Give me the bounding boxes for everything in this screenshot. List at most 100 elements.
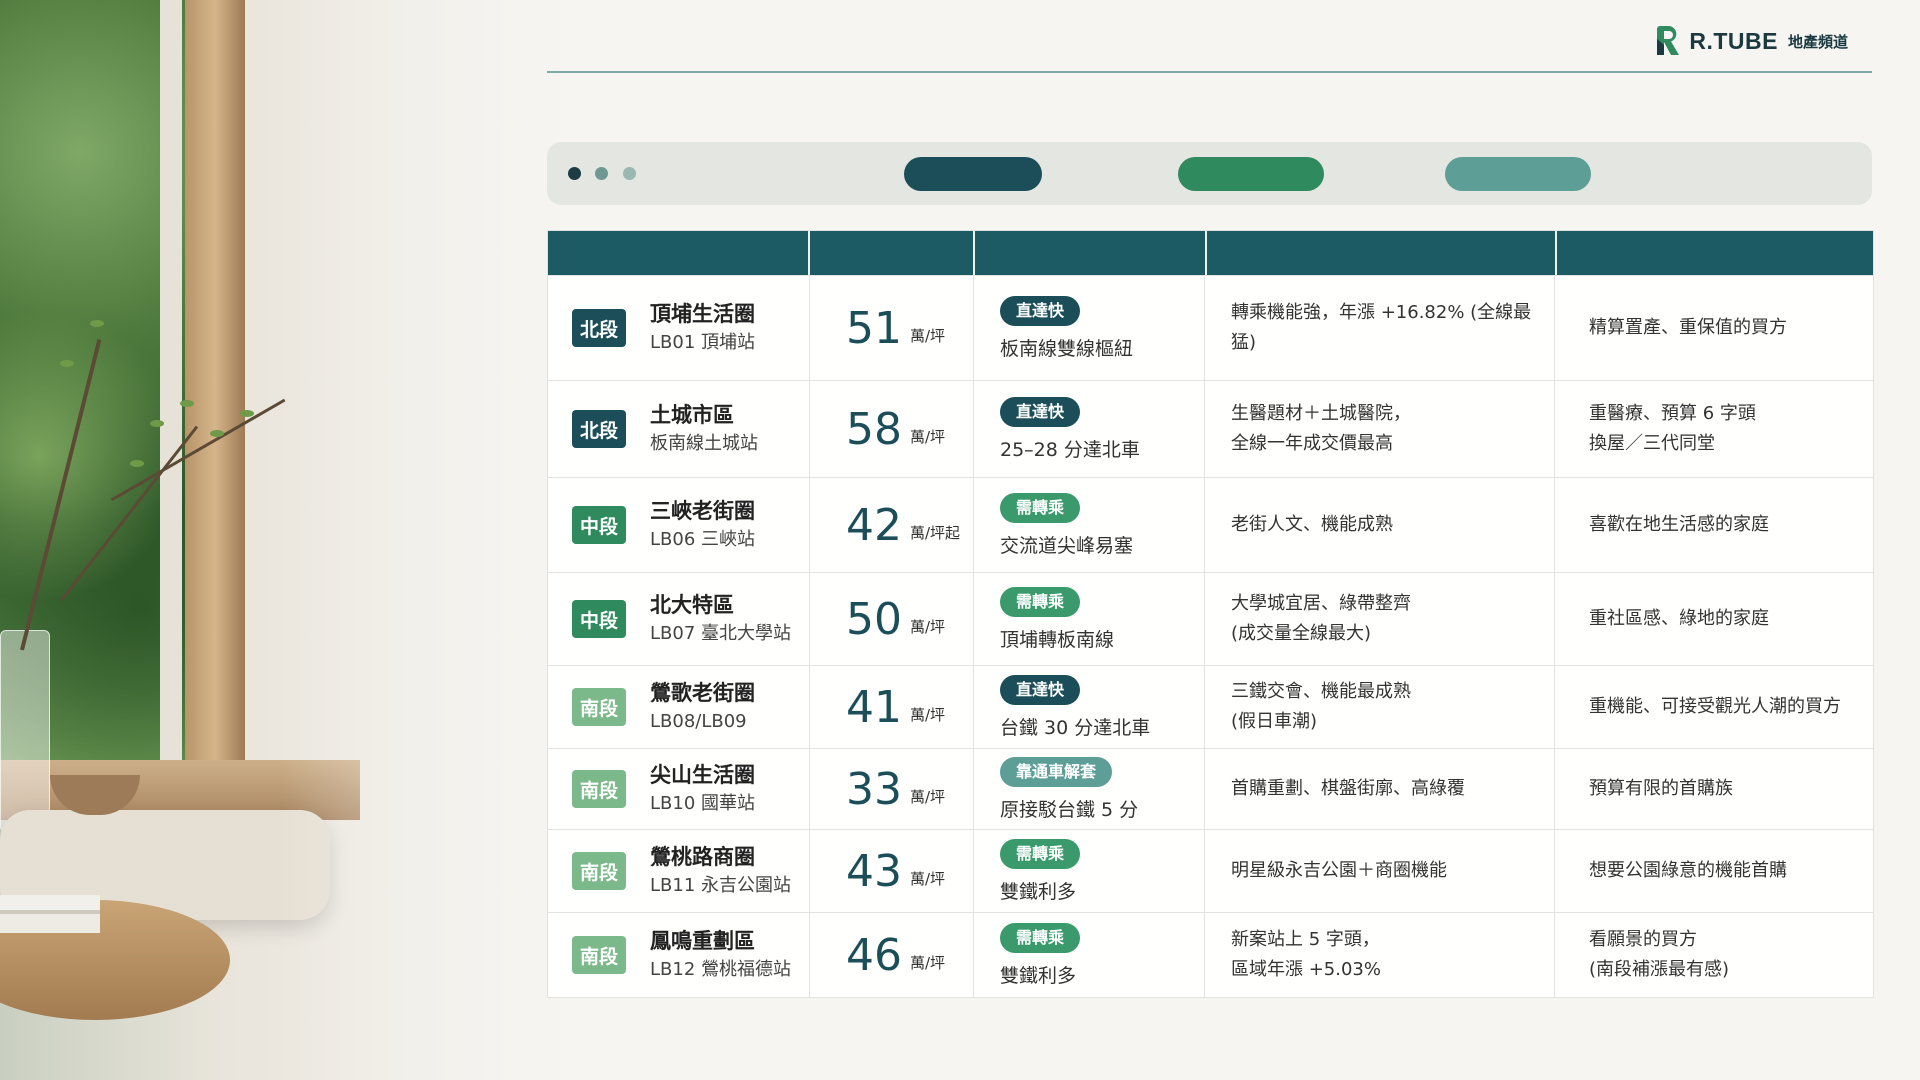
cell-transit: 直達快 25–28 分達北車 xyxy=(974,381,1205,477)
segment-badge: 南段 xyxy=(572,852,626,890)
cell-buyer: 想要公園綠意的機能首購 xyxy=(1555,830,1873,912)
transit-tag: 直達快 xyxy=(1000,295,1081,326)
cell-area: 北段 頂埔生活圈 LB01 頂埔站 xyxy=(548,276,810,380)
toolbar-pill-2[interactable] xyxy=(1178,157,1324,191)
table-row: 北段 土城市區 板南線土城站 58 萬/坪 直達快 25–28 分達北車 生醫題材＋土城醫院，… xyxy=(548,380,1873,477)
cell-price: 43 萬/坪 xyxy=(810,830,974,912)
table-row: 中段 北大特區 LB07 臺北大學站 50 萬/坪 需轉乘 頂埔轉板南線 大學城宜居、綠帶整齊… xyxy=(548,572,1873,665)
cell-buyer: 精算置產、重保值的買方 xyxy=(1555,276,1873,380)
plant-leaf xyxy=(150,420,164,427)
cell-feature: 大學城宜居、綠帶整齊 (成交量全線最大) xyxy=(1205,573,1555,665)
cell-buyer: 重醫療、預算 6 字頭 換屋／三代同堂 xyxy=(1555,381,1873,477)
table-row: 北段 頂埔生活圈 LB01 頂埔站 51 萬/坪 直達快 板南線雙線樞紐 轉乘機能強，年漲 +… xyxy=(548,275,1873,380)
price-unit: 萬/坪 xyxy=(910,427,946,446)
area-info: 鳳鳴重劃區 LB12 鶯桃福德站 xyxy=(650,926,791,984)
header-cell-transit xyxy=(975,231,1208,275)
price-unit: 萬/坪 xyxy=(910,705,946,724)
plant-leaf xyxy=(240,410,254,417)
cell-price: 33 萬/坪 xyxy=(810,749,974,829)
cell-area: 南段 尖山生活圈 LB10 國華站 xyxy=(548,749,810,829)
cell-buyer: 重機能、可接受觀光人潮的買方 xyxy=(1555,666,1873,748)
feature-text: 生醫題材＋土城醫院， 全線一年成交價最高 xyxy=(1231,403,1411,454)
cell-area: 南段 鳳鳴重劃區 LB12 鶯桃福德站 xyxy=(548,913,810,997)
cell-area: 北段 土城市區板南線土城站 xyxy=(548,381,810,477)
cell-feature: 老街人文、機能成熟 xyxy=(1205,478,1555,572)
area-name: 北大特區 xyxy=(650,593,734,617)
price-value: 46 xyxy=(846,929,902,981)
cell-price: 41 萬/坪 xyxy=(810,666,974,748)
price-unit: 萬/坪 xyxy=(910,617,946,636)
header-cell-buyer xyxy=(1557,231,1873,275)
cell-feature: 明星級永吉公園＋商圈機能 xyxy=(1205,830,1555,912)
transit-note: 雙鐵利多 xyxy=(1000,880,1077,903)
segment-badge: 北段 xyxy=(572,309,626,347)
toolbar-pill-1[interactable] xyxy=(904,157,1042,191)
cell-buyer: 看願景的買方 (南段補漲最有感) xyxy=(1555,913,1873,997)
area-name: 鶯桃路商圈 xyxy=(650,845,755,869)
cell-transit: 需轉乘 雙鐵利多 xyxy=(974,913,1205,997)
cell-price: 46 萬/坪 xyxy=(810,913,974,997)
segment-badge: 南段 xyxy=(572,770,626,808)
cell-buyer: 重社區感、綠地的家庭 xyxy=(1555,573,1873,665)
area-info: 三峽老街圈 LB06 三峽站 xyxy=(650,496,755,554)
price-unit: 萬/坪 xyxy=(910,787,946,806)
table-header xyxy=(548,231,1873,275)
area-name: 尖山生活圈 xyxy=(650,763,755,787)
brand-name: R.TUBE xyxy=(1689,27,1778,54)
buyer-text: 看願景的買方 (南段補漲最有感) xyxy=(1589,929,1730,980)
window-mullion xyxy=(160,0,182,760)
area-info: 土城市區板南線土城站 xyxy=(650,400,758,458)
area-info: 尖山生活圈 LB10 國華站 xyxy=(650,760,755,818)
area-name: 三峽老街圈 xyxy=(650,499,755,523)
cell-area: 南段 鶯桃路商圈 LB11 永吉公園站 xyxy=(548,830,810,912)
cell-transit: 直達快板南線雙線樞紐 xyxy=(974,276,1205,380)
cell-feature: 轉乘機能強，年漲 +16.82% (全線最猛) xyxy=(1205,276,1555,380)
transit-tag: 直達快 xyxy=(1000,396,1081,427)
cell-area: 南段 鶯歌老街圈 LB08/LB09 xyxy=(548,666,810,748)
price-unit: 萬/坪 xyxy=(910,326,946,345)
table-row: 南段 尖山生活圈 LB10 國華站 33 萬/坪 靠通車解套 原接駁台鐵 5 分 首購重劃、棋… xyxy=(548,748,1873,829)
buyer-text: 重社區感、綠地的家庭 xyxy=(1589,608,1769,629)
books xyxy=(0,895,100,933)
plant-leaf xyxy=(90,320,104,327)
cell-area: 中段 北大特區 LB07 臺北大學站 xyxy=(548,573,810,665)
cell-buyer: 預算有限的首購族 xyxy=(1555,749,1873,829)
transit-note: 板南線雙線樞紐 xyxy=(1000,337,1134,360)
plant-leaf xyxy=(210,430,224,437)
cell-price: 58 萬/坪 xyxy=(810,381,974,477)
area-info: 頂埔生活圈 LB01 頂埔站 xyxy=(650,299,755,357)
feature-text: 轉乘機能強，年漲 +16.82% (全線最猛) xyxy=(1231,302,1532,353)
transit-note: 雙鐵利多 xyxy=(1000,964,1077,987)
transit-tag: 直達快 xyxy=(1000,674,1081,705)
feature-text: 三鐵交會、機能最成熟 (假日車潮) xyxy=(1231,681,1411,732)
brand-subtitle: 地產頻道 xyxy=(1787,32,1848,51)
price-value: 43 xyxy=(846,845,902,897)
cell-price: 42 萬/坪起 xyxy=(810,478,974,572)
area-name: 土城市區 xyxy=(650,403,734,427)
price-unit: 萬/坪起 xyxy=(910,523,961,542)
area-name: 鳳鳴重劃區 xyxy=(650,929,755,953)
table-row: 南段 鳳鳴重劃區 LB12 鶯桃福德站 46 萬/坪 需轉乘 雙鐵利多 新案站上 5 字頭， … xyxy=(548,912,1873,997)
transit-note: 交流道尖峰易塞 xyxy=(1000,534,1134,557)
transit-note: 25–28 分達北車 xyxy=(1000,438,1140,461)
station-name: LB12 鶯桃福德站 xyxy=(650,959,792,980)
window-dot-3 xyxy=(623,167,636,180)
window-dot-2 xyxy=(595,167,608,180)
cell-area: 中段 三峽老街圈 LB06 三峽站 xyxy=(548,478,810,572)
segment-badge: 中段 xyxy=(572,506,626,544)
station-name: LB08/LB09 xyxy=(650,711,747,732)
station-name: 板南線土城站 xyxy=(650,433,758,454)
station-name: LB10 國華站 xyxy=(650,793,756,814)
segment-badge: 北段 xyxy=(572,410,626,448)
price-unit: 萬/坪 xyxy=(910,869,946,888)
transit-note: 頂埔轉板南線 xyxy=(1000,628,1115,651)
plant-leaf xyxy=(130,460,144,467)
price-value: 50 xyxy=(846,593,902,645)
segment-badge: 南段 xyxy=(572,688,626,726)
toolbar-pill-3[interactable] xyxy=(1445,157,1591,191)
window-dot-1 xyxy=(568,167,581,180)
cell-price: 50 萬/坪 xyxy=(810,573,974,665)
feature-text: 老街人文、機能成熟 xyxy=(1231,514,1393,535)
transit-note: 原接駁台鐵 5 分 xyxy=(1000,798,1139,821)
glass-vase xyxy=(0,630,50,832)
